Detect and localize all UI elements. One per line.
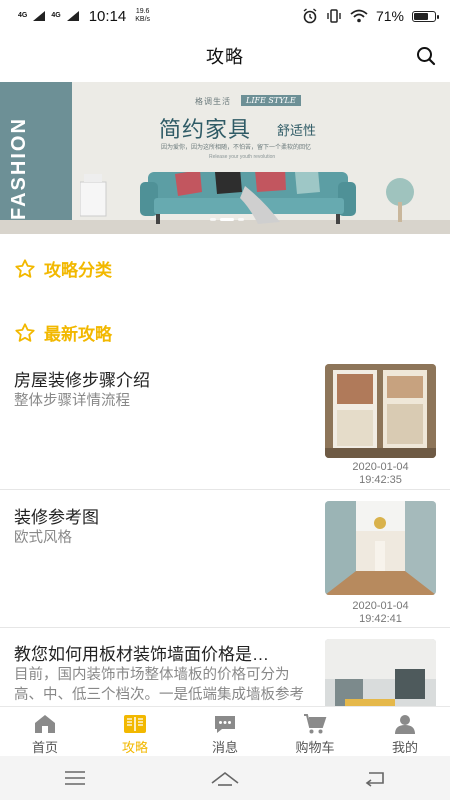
article-time: 19:42:35	[359, 474, 402, 486]
banner-small-title: 格调生活	[195, 97, 231, 106]
section-latest: 最新攻略	[14, 320, 112, 345]
banner-pagination	[210, 218, 244, 221]
tab-label: 消息	[211, 740, 238, 755]
article-thumbnail	[325, 364, 436, 458]
article-item[interactable]: 装修参考图 欧式风格 2020-01-04 19:42:41	[0, 491, 450, 628]
battery-percent: 71%	[375, 8, 404, 24]
home-icon	[35, 715, 55, 733]
article-date: 2020-01-04	[352, 600, 409, 612]
banner-tag: LIFE STYLE	[241, 95, 301, 106]
banner-description: 因为爱你，因为这所相随，不怕苦，留下一个柔软的回忆	[161, 145, 312, 151]
battery-icon	[412, 10, 439, 22]
wifi-icon	[350, 9, 368, 23]
app-header: 攻略	[0, 32, 450, 80]
search-icon[interactable]	[414, 44, 438, 68]
banner-side-text: FASHION	[8, 117, 30, 221]
back-button[interactable]	[355, 763, 395, 793]
article-time: 19:42:41	[359, 613, 402, 625]
clock: 10:14	[88, 7, 127, 25]
tab-label: 我的	[391, 740, 418, 755]
signal-icon	[33, 11, 46, 21]
banner-main-title: 简约家具	[159, 118, 252, 143]
section-title-latest: 最新攻略	[44, 325, 112, 344]
banner-carousel[interactable]: FASHION 格调生活 LIFE STYLE 简约家具 舒适性 因为爱你，因为…	[0, 82, 450, 234]
battery-fill	[414, 12, 429, 20]
article-subtitle: 整体步骤详情流程	[14, 393, 130, 409]
network-speed: 19.6 KB/s	[135, 8, 150, 24]
article-title: 房屋装修步骤介绍	[14, 371, 150, 390]
tab-label: 首页	[31, 740, 58, 755]
status-bar: 4G 4G 10:14 19.6 KB/s 71%	[0, 0, 450, 32]
article-thumbnail	[325, 639, 436, 706]
article-title: 教您如何用板材装饰墙面价格是…	[14, 645, 269, 664]
status-right: 71%	[302, 8, 439, 24]
user-icon	[395, 715, 415, 734]
article-subtitle: 欧式风格	[14, 530, 72, 546]
living-room-image	[325, 639, 436, 706]
banner-english-line: Release your youth revolution	[209, 154, 276, 160]
system-home-icon	[211, 771, 239, 786]
wardrobe-image	[325, 364, 436, 458]
article-item[interactable]: 教您如何用板材装饰墙面价格是… 目前，国内装饰市场整体墙板的价格可分为高、中、低…	[0, 629, 450, 706]
tab-messages[interactable]: 消息	[180, 707, 270, 756]
tab-cart[interactable]: 购物车	[270, 707, 360, 756]
article-subtitle: 目前，国内装饰市场整体墙板的价格可分为高、中、低三个档次。一是低端集成墙板参考价…	[14, 667, 304, 703]
alarm-icon	[303, 8, 317, 24]
section-categories[interactable]: 攻略分类	[14, 256, 112, 281]
network-speed-unit: KB/s	[135, 16, 151, 23]
home-button[interactable]	[205, 763, 245, 793]
status-left: 4G 4G 10:14 19.6 KB/s	[18, 8, 150, 25]
tab-label: 购物车	[295, 740, 335, 755]
network-indicator-2: 4G	[51, 12, 61, 19]
banner-ad-text: 格调生活 LIFE STYLE 简约家具 舒适性 因为爱你，因为这所相随，不怕苦…	[145, 90, 341, 168]
banner-side-strip: FASHION	[0, 82, 72, 220]
vibrate-icon	[327, 9, 341, 23]
back-icon	[365, 772, 384, 787]
star-icon	[15, 322, 35, 342]
tab-profile[interactable]: 我的	[360, 707, 450, 756]
message-icon	[215, 716, 235, 733]
signal-icon-2	[66, 11, 79, 21]
tab-home[interactable]: 首页	[0, 707, 90, 756]
article-item[interactable]: 房屋装修步骤介绍 整体步骤详情流程 2020-01-04 19:42:35	[0, 362, 450, 490]
article-title: 装修参考图	[14, 508, 99, 527]
pagination-dot-active[interactable]	[220, 218, 234, 221]
system-navigation-bar	[0, 756, 450, 800]
bottom-tab-bar: 首页 攻略 消息 购物车 我的	[0, 706, 450, 756]
book-icon	[124, 715, 146, 733]
tab-guide[interactable]: 攻略	[90, 707, 180, 756]
page-title: 攻略	[206, 47, 244, 67]
network-indicator-1: 4G	[18, 12, 28, 19]
menu-icon	[65, 771, 85, 785]
banner-main-suffix: 舒适性	[277, 124, 317, 139]
pagination-dot[interactable]	[210, 218, 216, 221]
star-icon	[15, 258, 35, 278]
interior-image	[325, 501, 436, 595]
menu-button[interactable]	[55, 763, 95, 793]
cart-icon	[304, 714, 327, 734]
section-title-categories: 攻略分类	[44, 261, 112, 280]
article-thumbnail	[325, 501, 436, 595]
network-speed-value: 19.6	[135, 8, 150, 15]
sofa-illustration	[80, 172, 414, 224]
tab-label: 攻略	[121, 740, 148, 755]
pagination-dot[interactable]	[238, 218, 244, 221]
article-date: 2020-01-04	[352, 461, 409, 473]
